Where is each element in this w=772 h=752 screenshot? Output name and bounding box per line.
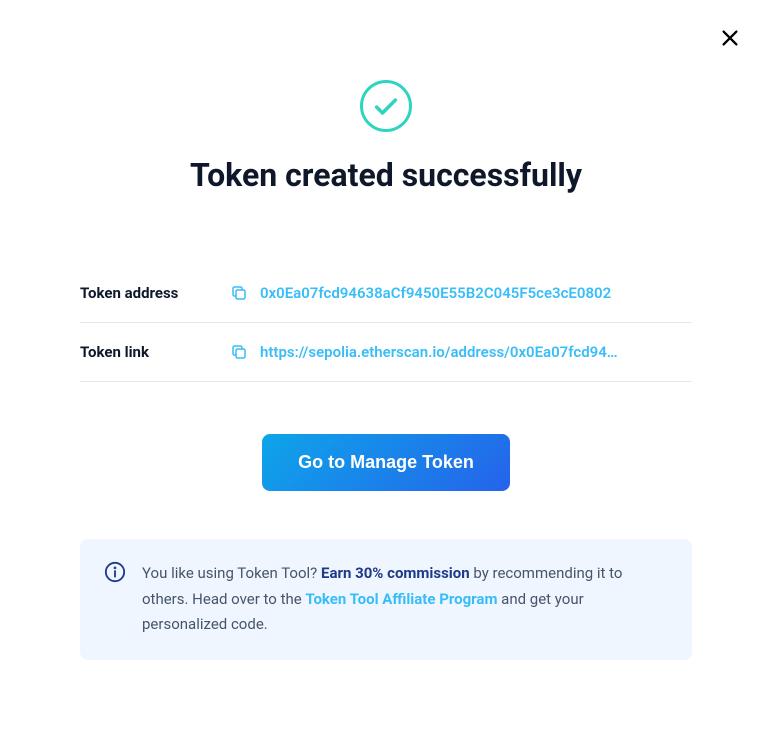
copy-address-button[interactable] [230,284,248,302]
modal-content: Token created successfully Token address… [0,0,772,660]
token-address-value[interactable]: 0x0Ea07fcd94638aCf9450E55B2C045F5ce3cE08… [260,284,611,302]
token-address-label: Token address [80,284,230,302]
manage-token-button[interactable]: Go to Manage Token [262,434,510,491]
banner-part1: You like using Token Tool? [142,564,321,582]
success-check-icon [360,80,412,132]
action-wrap: Go to Manage Token [80,434,692,491]
affiliate-link[interactable]: Token Tool Affiliate Program [305,590,497,608]
affiliate-text: You like using Token Tool? Earn 30% comm… [142,561,668,638]
info-icon [104,561,126,583]
success-icon-wrap [80,80,692,132]
modal-title: Token created successfully [80,156,692,194]
copy-icon [230,343,248,361]
banner-bold: Earn 30% commission [321,564,470,582]
token-address-row: Token address 0x0Ea07fcd94638aCf9450E55B… [80,264,692,323]
close-button[interactable] [716,24,744,52]
copy-link-button[interactable] [230,343,248,361]
close-icon [719,27,741,49]
token-link-label: Token link [80,343,230,361]
token-link-row: Token link https://sepolia.etherscan.io/… [80,323,692,382]
token-link-value[interactable]: https://sepolia.etherscan.io/address/0x0… [260,343,618,361]
affiliate-banner: You like using Token Tool? Earn 30% comm… [80,539,692,660]
copy-icon [230,284,248,302]
